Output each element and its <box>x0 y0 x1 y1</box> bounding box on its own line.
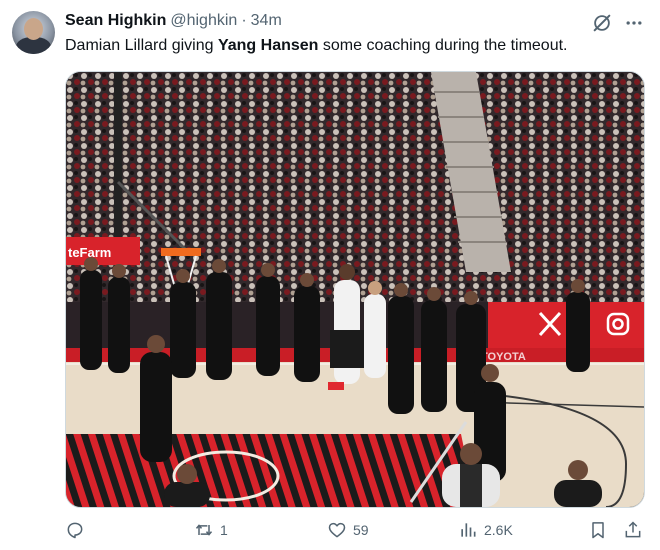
tweet: Sean Highkin @highkin · 34m Damian Lilla… <box>0 0 660 550</box>
repost-button[interactable]: 1 <box>194 518 228 542</box>
author-name[interactable]: Sean Highkin <box>65 12 166 30</box>
bookmark-button[interactable] <box>588 518 608 542</box>
share-icon <box>625 521 641 538</box>
repost-icon <box>195 524 213 536</box>
avatar[interactable] <box>12 11 55 54</box>
tweet-photo[interactable]: teFarm TOYOTA <box>65 71 645 508</box>
separator-dot: · <box>241 12 247 29</box>
grok-icon[interactable] <box>591 12 613 34</box>
like-button[interactable]: 59 <box>327 518 369 542</box>
more-icon[interactable] <box>624 12 644 34</box>
tweet-text-part: some coaching during the timeout. <box>318 37 568 54</box>
tweet-header: Sean Highkin @highkin · 34m <box>65 12 282 32</box>
reply-button[interactable] <box>65 518 91 542</box>
author-handle[interactable]: @highkin <box>170 12 237 30</box>
heart-icon <box>328 522 346 538</box>
action-bar: 1 59 2.6K <box>0 514 660 548</box>
basketball-timeout-photo: teFarm TOYOTA <box>66 72 644 507</box>
tweet-text-bold: Yang Hansen <box>217 37 319 54</box>
tweet-text: Damian Lillard giving Yang Hansen some c… <box>65 36 645 56</box>
bookmark-icon <box>592 522 604 539</box>
views-button[interactable]: 2.6K <box>458 518 513 542</box>
tweet-text-part: Damian Lillard giving <box>65 37 218 54</box>
repost-count: 1 <box>220 522 228 538</box>
like-count: 59 <box>353 522 369 538</box>
baseline-sign-text: TOYOTA <box>481 351 526 363</box>
share-button[interactable] <box>623 518 643 542</box>
reply-icon <box>67 522 83 539</box>
views-chart-icon <box>461 523 476 537</box>
timestamp[interactable]: 34m <box>251 12 282 30</box>
views-count: 2.6K <box>484 522 513 538</box>
